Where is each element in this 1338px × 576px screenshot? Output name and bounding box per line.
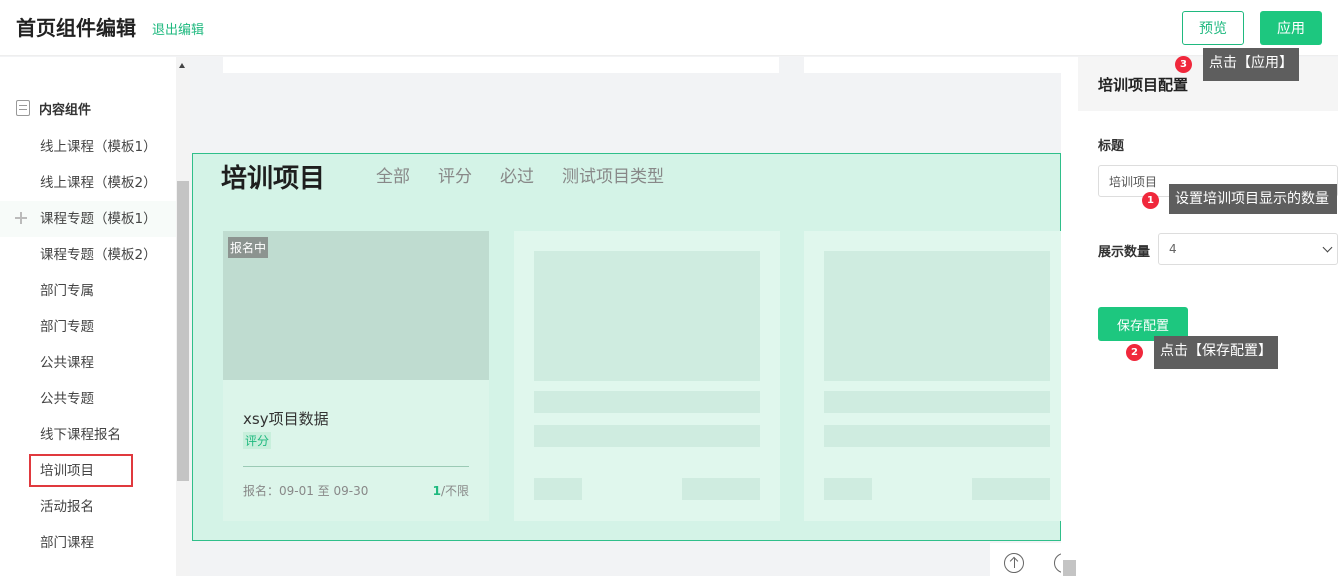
card-divider	[243, 466, 469, 467]
project-card[interactable]: 报名中 xsy项目数据 评分 报名：09-01 至 09-30 1/不限	[223, 231, 489, 521]
placeholder-block	[682, 478, 760, 500]
apply-button[interactable]: 应用	[1260, 11, 1322, 45]
placeholder-block	[824, 391, 1050, 413]
sidebar-item-online-course-2[interactable]: 线上课程（模板2）	[0, 165, 176, 201]
display-count-value: 4	[1169, 242, 1177, 256]
floating-toolbar	[990, 543, 1074, 576]
sidebar-group-header: 内容组件	[16, 98, 91, 118]
card-title: xsy项目数据	[243, 410, 329, 428]
sidebar-item-dept-topic[interactable]: 部门专题	[0, 309, 176, 345]
placeholder-block	[534, 478, 582, 500]
training-project-module[interactable]: 培训项目 全部 评分 必过 测试项目类型 报名中 xsy项目数据 评分 报名：0…	[192, 153, 1070, 541]
card-cover-image: 报名中	[223, 231, 489, 380]
status-badge: 报名中	[228, 237, 269, 258]
count-current: 1	[432, 484, 441, 498]
exit-edit-link[interactable]: 退出编辑	[152, 19, 204, 38]
placeholder-block	[534, 425, 760, 447]
component-sidebar: 内容组件 线上课程（模板1） 线上课程（模板2） 课程专题（模板1） 课程专题（…	[0, 57, 190, 576]
title-label: 标题	[1098, 139, 1125, 154]
module-tabs: 全部 评分 必过 测试项目类型	[376, 162, 692, 187]
card-tag: 评分	[243, 432, 272, 449]
sidebar-item-training-project[interactable]: 培训项目	[0, 453, 176, 489]
placeholder-block	[824, 251, 1050, 381]
sidebar-item-course-topic-2[interactable]: 课程专题（模板2）	[0, 237, 176, 273]
card-signup-date: 报名：09-01 至 09-30	[243, 484, 369, 498]
previous-module-card	[223, 57, 779, 73]
canvas-scroll-thumb[interactable]	[1063, 560, 1076, 576]
module-title: 培训项目	[221, 164, 326, 194]
tab-required[interactable]: 必过	[500, 162, 534, 187]
panel-title: 培训项目配置	[1098, 76, 1189, 94]
move-up-icon[interactable]	[1004, 553, 1024, 573]
sidebar-scroll-thumb[interactable]	[177, 181, 189, 481]
sidebar-item-dept-exclusive[interactable]: 部门专属	[0, 273, 176, 309]
tooltip-step-1: 设置培训项目显示的数量	[1169, 184, 1337, 214]
tab-all[interactable]: 全部	[376, 162, 410, 187]
placeholder-card	[804, 231, 1070, 521]
plus-icon[interactable]	[15, 212, 27, 224]
placeholder-block	[824, 425, 1050, 447]
placeholder-block	[534, 391, 760, 413]
count-rest: /不限	[440, 484, 469, 498]
sidebar-item-dept-course[interactable]: 部门课程	[0, 525, 176, 561]
tab-test-type[interactable]: 测试项目类型	[562, 162, 664, 187]
sidebar-item-public-topic[interactable]: 公共专题	[0, 381, 176, 417]
card-count: 1/不限	[433, 482, 469, 499]
top-header: 首页组件编辑 退出编辑 预览 应用	[0, 0, 1338, 56]
page-title: 首页组件编辑	[16, 16, 136, 40]
display-count-label: 展示数量	[1098, 245, 1151, 260]
placeholder-card	[514, 231, 780, 521]
sidebar-item-offline-signup[interactable]: 线下课程报名	[0, 417, 176, 453]
placeholder-block	[534, 251, 760, 381]
placeholder-block	[824, 478, 872, 500]
sidebar-item-course-topic-1[interactable]: 课程专题（模板1）	[0, 201, 176, 237]
step-3-number: 3	[1175, 56, 1192, 73]
sidebar-group-label: 内容组件	[39, 102, 92, 118]
sidebar-item-public-course[interactable]: 公共课程	[0, 345, 176, 381]
sidebar-scrollbar[interactable]	[176, 57, 190, 576]
chevron-down-icon[interactable]	[1322, 242, 1333, 253]
sidebar-item-online-course-1[interactable]: 线上课程（模板1）	[0, 129, 176, 165]
step-1-number: 1	[1142, 192, 1159, 209]
document-icon	[16, 100, 30, 116]
previous-module-card	[804, 57, 1061, 73]
sidebar-item-activity-signup[interactable]: 活动报名	[0, 489, 176, 525]
sidebar-list: 线上课程（模板1） 线上课程（模板2） 课程专题（模板1） 课程专题（模板2） …	[0, 129, 176, 561]
tab-rating[interactable]: 评分	[438, 162, 472, 187]
tooltip-step-2: 点击【保存配置】	[1154, 336, 1278, 369]
preview-button[interactable]: 预览	[1182, 11, 1244, 45]
canvas-scrollbar[interactable]	[1061, 57, 1078, 576]
display-count-select[interactable]: 4	[1158, 233, 1338, 265]
preview-canvas: 培训项目 全部 评分 必过 测试项目类型 报名中 xsy项目数据 评分 报名：0…	[190, 57, 1078, 576]
config-panel: 培训项目配置 标题 展示数量 4 保存配置	[1078, 57, 1338, 576]
sidebar-item-label: 课程专题（模板1）	[40, 211, 157, 227]
placeholder-block	[972, 478, 1050, 500]
step-2-number: 2	[1126, 344, 1143, 361]
tooltip-step-3: 点击【应用】	[1203, 48, 1299, 81]
scroll-up-arrow-icon[interactable]	[179, 63, 185, 68]
highlight-box	[29, 454, 133, 487]
